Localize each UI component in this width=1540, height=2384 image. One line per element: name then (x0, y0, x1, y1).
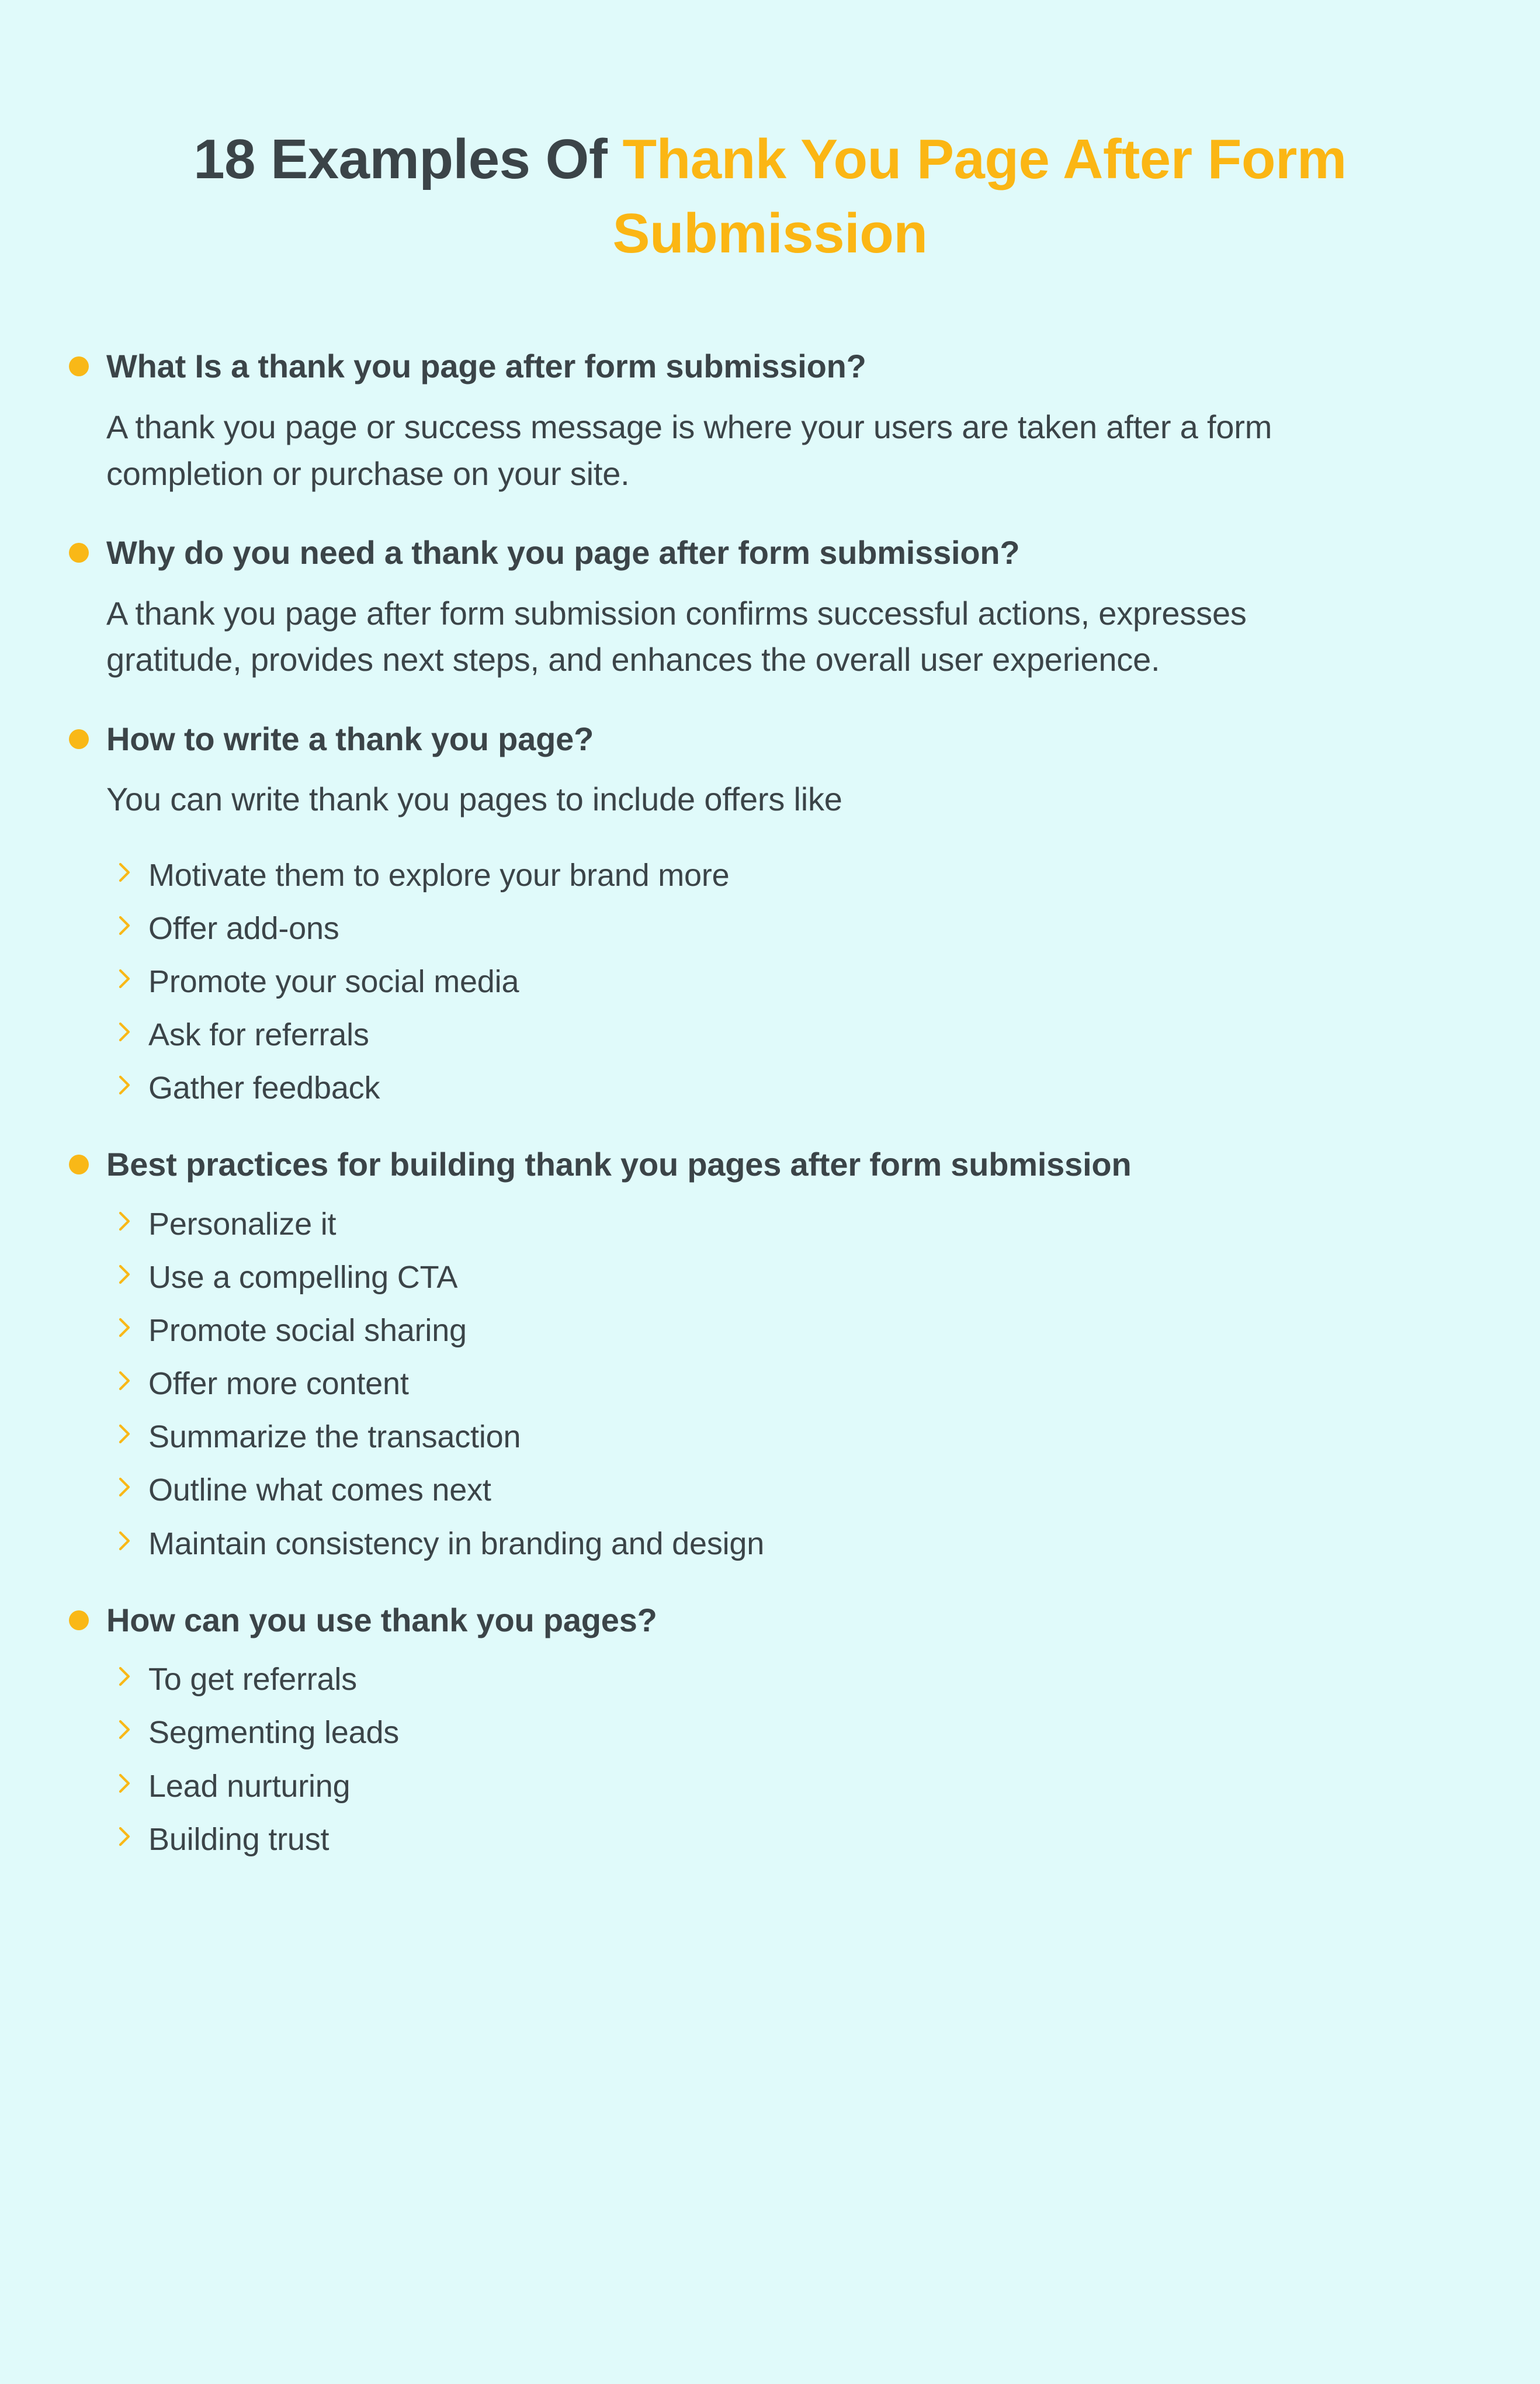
chevron-right-icon (117, 862, 133, 893)
section: How to write a thank you page? You can wr… (69, 717, 1458, 1109)
list-item-label: Offer add-ons (148, 910, 339, 946)
page-title-prefix: 18 Examples Of (193, 128, 623, 190)
list-item: Motivate them to explore your brand more (117, 855, 1458, 896)
section: Why do you need a thank you page after f… (69, 531, 1458, 683)
list-item-label: Ask for referrals (148, 1017, 369, 1053)
section-heading-row: Why do you need a thank you page after f… (69, 531, 1458, 575)
list-item: Promote your social media (117, 962, 1458, 1002)
section-sublist: To get referrals Segmenting leads Lead nur… (69, 1659, 1458, 1859)
list-item-label: Offer more content (148, 1366, 409, 1402)
list-item: Ask for referrals (117, 1015, 1458, 1055)
bullet-dot-icon (69, 729, 89, 749)
list-item: Promote social sharing (117, 1311, 1458, 1351)
section-heading-row: How to write a thank you page? (69, 717, 1458, 761)
list-item-label: Motivate them to explore your brand more (148, 857, 730, 893)
list-item-label: Lead nurturing (148, 1768, 351, 1804)
list-item-label: Segmenting leads (148, 1715, 400, 1751)
section: What Is a thank you page after form subm… (69, 344, 1458, 497)
section: Best practices for building thank you pa… (69, 1142, 1458, 1564)
chevron-right-icon (117, 1318, 133, 1348)
list-item-label: Promote social sharing (148, 1313, 467, 1349)
bullet-dot-icon (69, 1610, 89, 1630)
page-title-block: 18 Examples Of Thank You Page After Form… (0, 0, 1540, 271)
infographic-page: 18 Examples Of Thank You Page After Form… (0, 0, 1540, 2384)
list-item: Gather feedback (117, 1068, 1458, 1108)
list-item-label: Use a compelling CTA (148, 1260, 458, 1295)
chevron-right-icon (117, 1720, 133, 1750)
section-heading-row: How can you use thank you pages? (69, 1598, 1458, 1643)
list-item: Personalize it (117, 1204, 1458, 1245)
section-sublist: Motivate them to explore your brand more… (69, 855, 1458, 1109)
section-heading: How to write a thank you page? (106, 720, 594, 757)
chevron-right-icon (117, 1075, 133, 1106)
chevron-right-icon (117, 1211, 133, 1242)
section-heading: Why do you need a thank you page after f… (106, 534, 1020, 571)
list-item: Outline what comes next (117, 1470, 1458, 1510)
list-item: Lead nurturing (117, 1766, 1458, 1807)
section-sublist: Personalize it Use a compelling CTA Promot… (69, 1204, 1458, 1564)
list-item-label: Maintain consistency in branding and des… (148, 1526, 765, 1561)
list-item: Offer more content (117, 1364, 1458, 1404)
list-item: To get referrals (117, 1659, 1458, 1700)
section-heading: How can you use thank you pages? (106, 1601, 657, 1638)
section-heading: What Is a thank you page after form subm… (106, 348, 866, 385)
page-title: 18 Examples Of Thank You Page After Form… (152, 123, 1388, 271)
bullet-dot-icon (69, 356, 89, 377)
chevron-right-icon (117, 1424, 133, 1454)
bullet-dot-icon (69, 1155, 89, 1175)
section: How can you use thank you pages? To get r… (69, 1598, 1458, 1860)
chevron-right-icon (117, 1827, 133, 1857)
chevron-right-icon (117, 1773, 133, 1804)
section-paragraph: A thank you page after form submission c… (106, 594, 1247, 678)
list-item: Maintain consistency in branding and des… (117, 1524, 1458, 1564)
section-heading-row: Best practices for building thank you pa… (69, 1142, 1458, 1187)
chevron-right-icon (117, 1371, 133, 1401)
section-heading: Best practices for building thank you pa… (106, 1146, 1132, 1183)
list-item-label: To get referrals (148, 1662, 357, 1697)
chevron-right-icon (117, 1264, 133, 1295)
page-title-accent: Thank You Page After Form Submission (612, 128, 1347, 265)
list-item-label: Personalize it (148, 1206, 337, 1242)
list-item-label: Summarize the transaction (148, 1419, 521, 1455)
chevron-right-icon (117, 1666, 133, 1697)
chevron-right-icon (117, 1022, 133, 1052)
list-item-label: Outline what comes next (148, 1472, 491, 1508)
list-item-label: Gather feedback (148, 1070, 380, 1106)
section-paragraph: A thank you page or success message is w… (106, 408, 1272, 492)
bullet-dot-icon (69, 543, 89, 563)
section-heading-row: What Is a thank you page after form subm… (69, 344, 1458, 389)
chevron-right-icon (117, 916, 133, 946)
list-item-label: Promote your social media (148, 964, 519, 1000)
list-item: Segmenting leads (117, 1713, 1458, 1753)
sections-container: What Is a thank you page after form subm… (0, 344, 1540, 1859)
chevron-right-icon (117, 1531, 133, 1561)
list-item-label: Building trust (148, 1821, 329, 1857)
list-item: Offer add-ons (117, 909, 1458, 949)
chevron-right-icon (117, 969, 133, 999)
chevron-right-icon (117, 1477, 133, 1508)
list-item: Summarize the transaction (117, 1417, 1458, 1457)
list-item: Building trust (117, 1820, 1458, 1860)
list-item: Use a compelling CTA (117, 1257, 1458, 1298)
section-paragraph: You can write thank you pages to include… (106, 781, 842, 818)
